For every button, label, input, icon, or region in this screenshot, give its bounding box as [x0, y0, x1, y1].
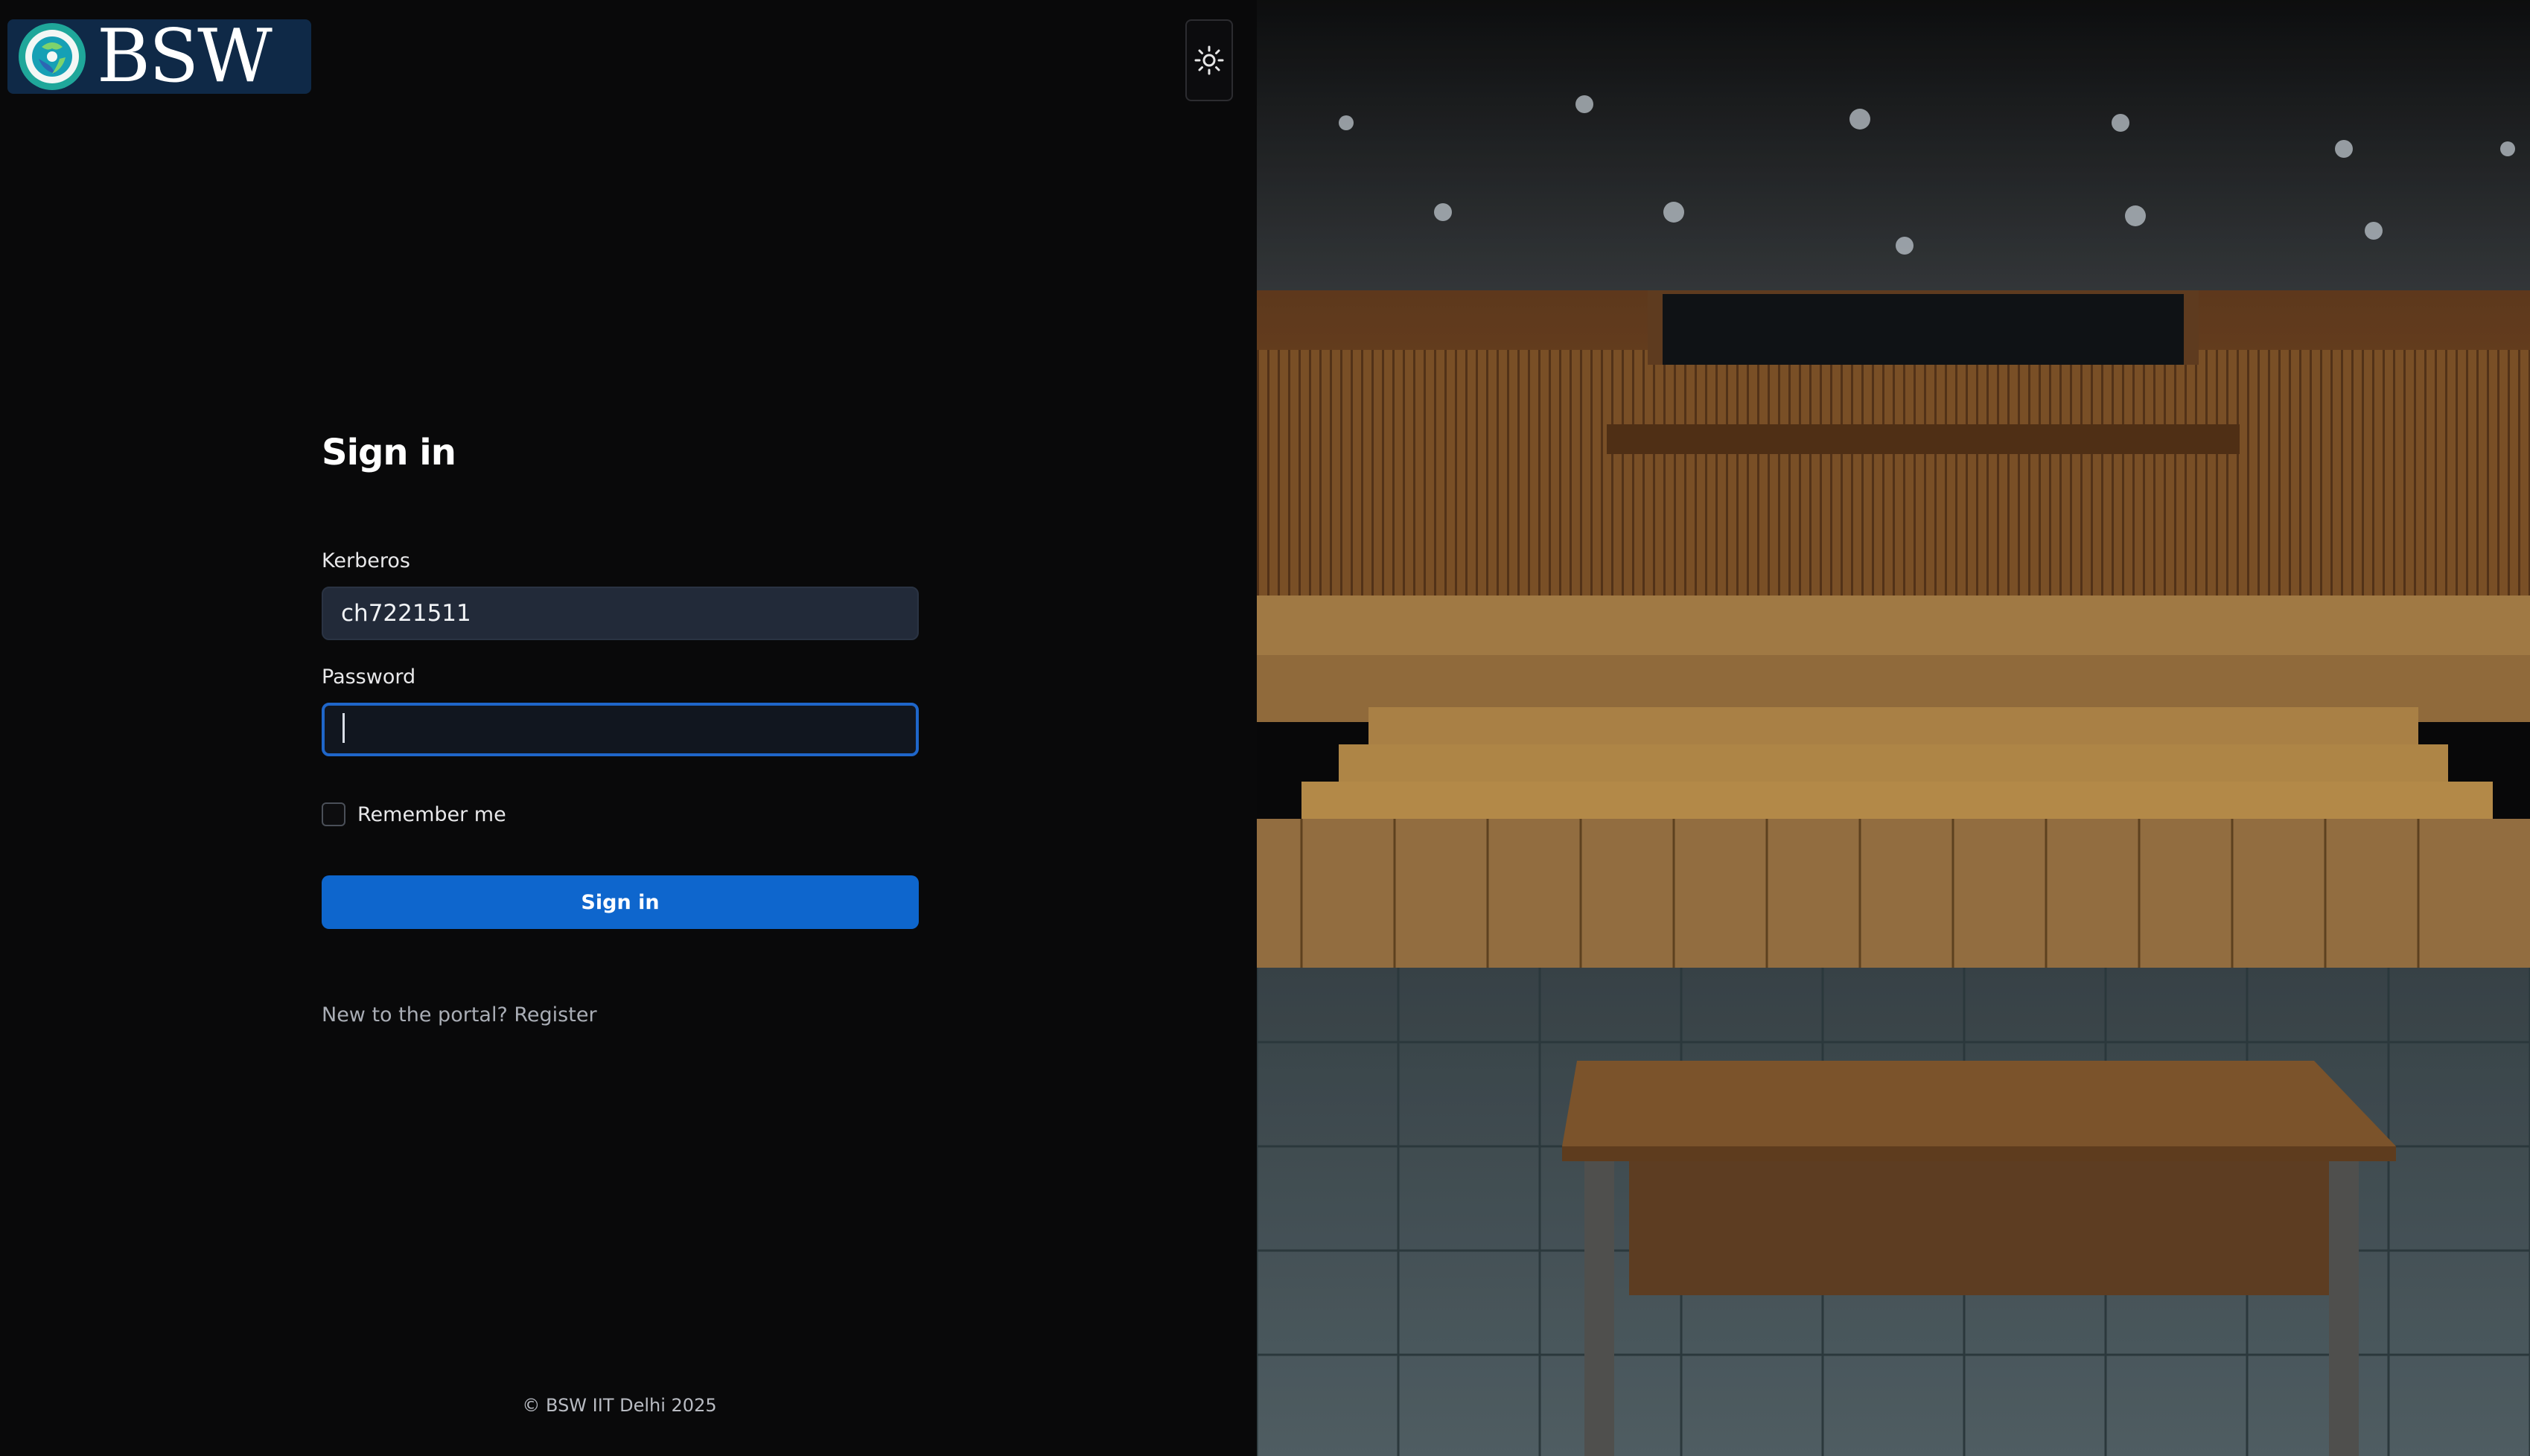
- password-input[interactable]: [322, 703, 919, 756]
- remember-me-label[interactable]: Remember me: [357, 803, 506, 826]
- sun-icon: [1194, 45, 1224, 75]
- remember-me-row[interactable]: Remember me: [322, 802, 506, 826]
- auditorium-illustration: [1257, 0, 2530, 1456]
- footer-copyright: © BSW IIT Delhi 2025: [522, 1395, 717, 1416]
- register-prompt-text: New to the portal?: [322, 1003, 508, 1026]
- bsw-logo[interactable]: BSW: [7, 19, 311, 94]
- password-label: Password: [322, 665, 416, 689]
- auditorium-photo: [1257, 0, 2530, 1456]
- logo-text: BSW: [97, 14, 273, 99]
- form-title: Sign in: [322, 432, 456, 473]
- kerberos-input[interactable]: [322, 587, 919, 640]
- text-caret: [342, 713, 345, 743]
- theme-toggle-button[interactable]: [1185, 19, 1233, 101]
- kerberos-label: Kerberos: [322, 549, 410, 572]
- register-prompt: New to the portal? Register: [322, 1003, 597, 1026]
- bsw-emblem-icon: [19, 23, 86, 90]
- sign-in-button[interactable]: Sign in: [322, 875, 919, 929]
- register-link[interactable]: Register: [514, 1003, 596, 1026]
- left-pane: BSW Sign in Kerberos Password Remem: [0, 0, 1257, 1456]
- remember-me-checkbox[interactable]: [322, 802, 345, 826]
